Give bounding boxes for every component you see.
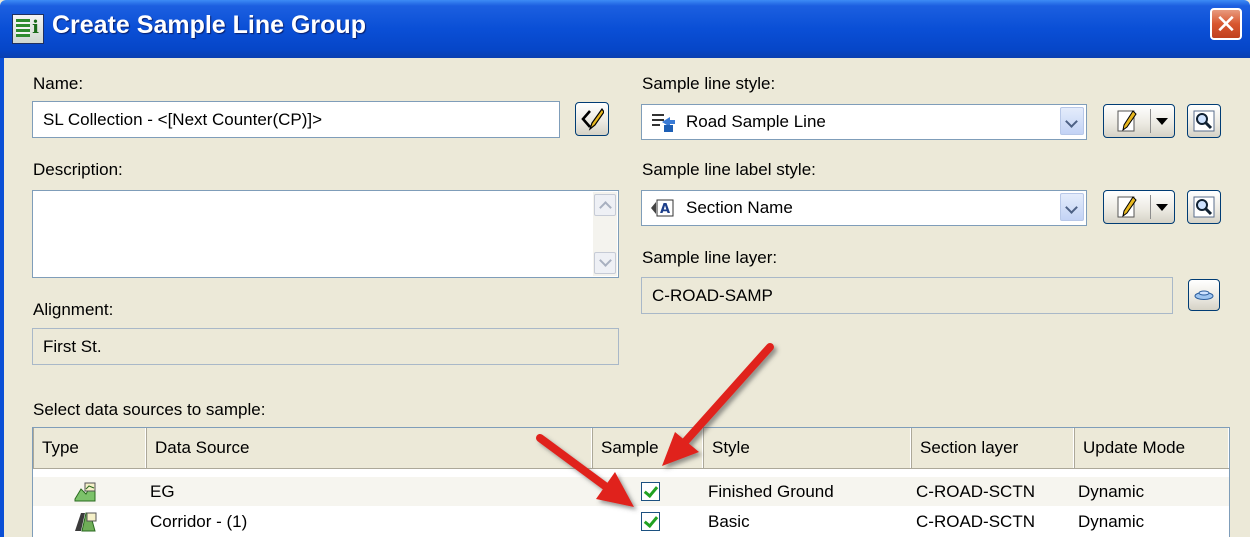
chevron-down-icon[interactable] (1060, 193, 1084, 221)
app-icon (12, 14, 44, 44)
label-style-select[interactable]: A Section Name (641, 190, 1087, 226)
alignment-value: First St. (43, 336, 102, 356)
corridor-icon (75, 512, 97, 531)
column-header-type[interactable]: Type (33, 428, 146, 468)
edit-label-style-half (1104, 191, 1150, 223)
sample-line-layer-label: Sample line layer: (642, 248, 778, 267)
style-cell[interactable]: Basic (708, 507, 750, 536)
description-label: Description: (33, 160, 123, 179)
sample-line-style-edit-button[interactable] (1103, 104, 1175, 138)
table-row[interactable]: Corridor - (1) Basic C-ROAD-SCTN Dynamic (33, 507, 1229, 536)
edit-style-icon (1117, 110, 1137, 132)
section-layer-cell[interactable]: C-ROAD-SCTN (916, 477, 1035, 506)
data-sources-label: Select data sources to sample: (33, 400, 266, 419)
split-separator (1150, 195, 1151, 219)
column-header-sample[interactable]: Sample (592, 428, 703, 468)
description-scrollbar[interactable] (593, 192, 617, 276)
layer-icon (1194, 290, 1214, 300)
type-cell (73, 477, 97, 506)
data-source-cell: EG (150, 481, 175, 501)
dropdown-arrow-icon[interactable] (1156, 118, 1168, 125)
column-header-section-layer[interactable]: Section layer (911, 428, 1074, 468)
edit-style-icon (1117, 196, 1137, 218)
label-style-value: Section Name (686, 198, 793, 217)
chevron-down-icon[interactable] (1060, 107, 1084, 135)
scroll-down-button[interactable] (594, 252, 616, 274)
sample-line-layer-value: C-ROAD-SAMP (652, 285, 773, 305)
sample-line-style-select[interactable]: Road Sample Line (641, 104, 1087, 140)
table-row[interactable]: EG Finished Ground C-ROAD-SCTN Dynamic (33, 477, 1229, 506)
name-template-button[interactable] (575, 102, 609, 136)
magnifier-preview-icon (1193, 196, 1215, 218)
name-input[interactable]: SL Collection - <[Next Counter(CP)]> (32, 101, 560, 138)
magnifier-preview-icon (1193, 110, 1215, 132)
scroll-up-button[interactable] (594, 194, 616, 216)
label-style-preview-button[interactable] (1187, 190, 1221, 224)
style-cell[interactable]: Finished Ground (708, 477, 834, 506)
alignment-field: First St. (32, 328, 619, 365)
split-separator (1150, 109, 1151, 133)
column-header-style[interactable]: Style (703, 428, 911, 468)
name-input-value: SL Collection - <[Next Counter(CP)]> (43, 109, 323, 129)
alignment-label: Alignment: (33, 300, 114, 319)
data-sources-table: Type Data Source Sample Style Section la… (32, 427, 1230, 537)
sample-line-style-label: Sample line style: (642, 74, 776, 93)
section-layer-cell[interactable]: C-ROAD-SCTN (916, 507, 1035, 536)
edit-name-format-icon (581, 107, 604, 131)
svg-text:A: A (660, 202, 670, 217)
edit-style-half (1104, 105, 1150, 137)
title-bar: Create Sample Line Group ✕ (0, 0, 1250, 58)
sample-line-layer-field: C-ROAD-SAMP (641, 277, 1173, 314)
surface-icon (74, 482, 96, 501)
sample-line-style-preview-button[interactable] (1187, 104, 1221, 138)
dropdown-arrow-icon[interactable] (1156, 204, 1168, 211)
window-title: Create Sample Line Group (52, 11, 366, 39)
layer-select-button[interactable] (1188, 279, 1220, 311)
sample-checkbox[interactable] (641, 482, 660, 501)
close-button[interactable]: ✕ (1210, 8, 1242, 40)
label-style-icon: A (651, 199, 674, 217)
label-style-label: Sample line label style: (642, 160, 816, 179)
type-cell (73, 507, 97, 536)
description-textarea[interactable] (32, 190, 619, 278)
sample-checkbox[interactable] (641, 512, 660, 531)
column-header-data-source[interactable]: Data Source (146, 428, 592, 468)
update-mode-cell[interactable]: Dynamic (1078, 477, 1144, 506)
name-label: Name: (33, 74, 84, 93)
column-header-update-mode[interactable]: Update Mode (1074, 428, 1229, 468)
label-style-edit-button[interactable] (1103, 190, 1175, 224)
update-mode-cell[interactable]: Dynamic (1078, 507, 1144, 536)
data-source-cell: Corridor - (1) (150, 511, 248, 531)
sample-line-style-value: Road Sample Line (686, 112, 826, 131)
table-header: Type Data Source Sample Style Section la… (33, 428, 1229, 469)
sample-line-style-icon (652, 114, 675, 132)
